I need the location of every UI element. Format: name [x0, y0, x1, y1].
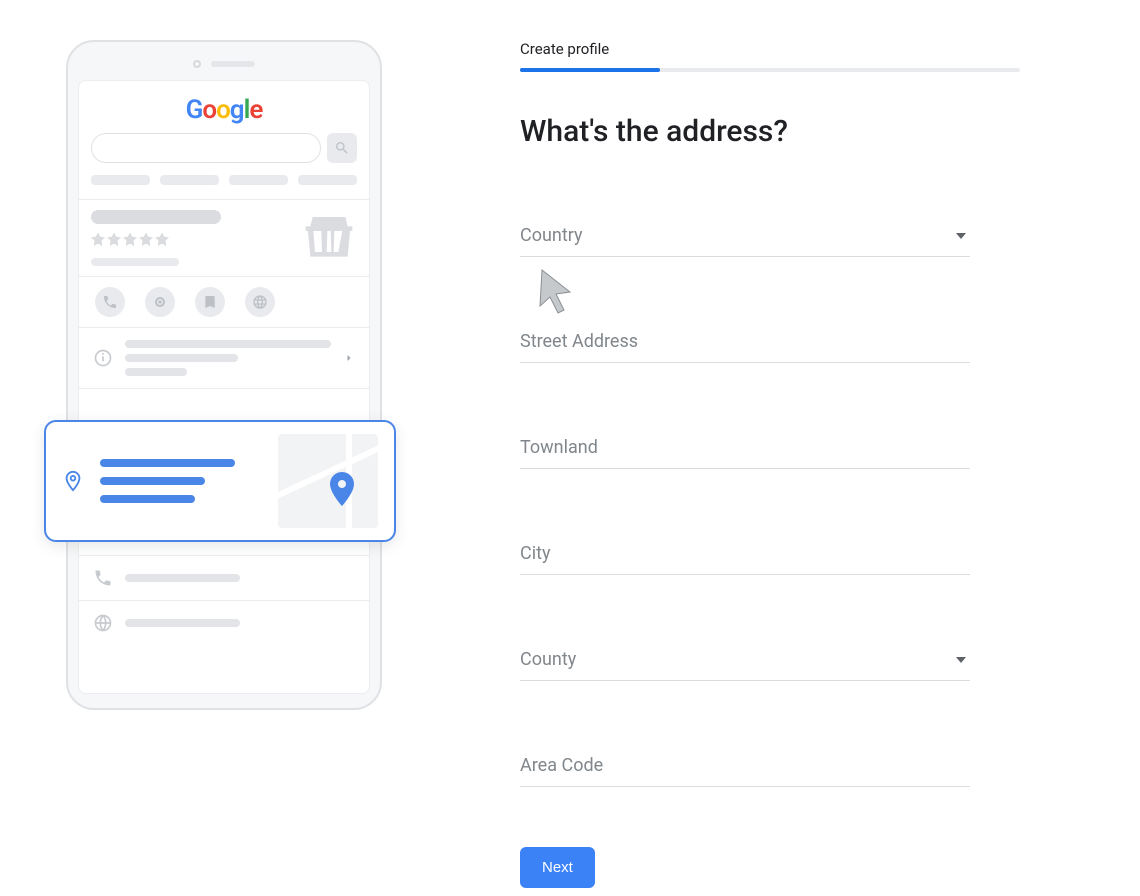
call-icon	[95, 287, 125, 317]
chevron-down-icon	[956, 231, 966, 241]
cursor-icon	[538, 268, 578, 316]
location-pin-outline-icon	[62, 470, 84, 492]
progress-bar	[520, 68, 1020, 72]
townland-input[interactable]: Townland	[520, 435, 970, 469]
chevron-down-icon	[956, 655, 966, 665]
mini-map	[278, 434, 378, 528]
city-input[interactable]: City	[520, 541, 970, 575]
save-icon	[195, 287, 225, 317]
county-select[interactable]: County	[520, 647, 970, 681]
address-highlight-card	[44, 420, 396, 542]
website-list-item	[79, 600, 369, 645]
street-input[interactable]: Street Address	[520, 329, 970, 363]
phone-list-item	[79, 555, 369, 600]
country-select[interactable]: Country	[520, 223, 970, 257]
progress-fill	[520, 68, 660, 72]
directions-icon	[145, 287, 175, 317]
google-logo: Google	[79, 81, 369, 133]
chevron-right-icon	[343, 352, 355, 364]
map-pin-icon	[330, 472, 354, 506]
globe-icon	[93, 613, 113, 633]
next-button[interactable]: Next	[520, 847, 595, 888]
storefront-icon	[301, 210, 357, 266]
action-buttons	[79, 277, 369, 327]
phone-icon	[93, 568, 113, 588]
search-box-placeholder	[91, 133, 321, 163]
filter-pills	[79, 175, 369, 199]
info-icon	[93, 348, 113, 368]
phone-illustration: Google	[0, 0, 460, 760]
star-rating	[91, 232, 221, 246]
areacode-input[interactable]: Area Code	[520, 753, 970, 787]
phone-screen: Google	[78, 80, 370, 694]
website-icon	[245, 287, 275, 317]
form-title: What's the address?	[520, 114, 1020, 149]
phone-frame: Google	[66, 40, 382, 710]
phone-notch	[78, 54, 370, 74]
search-icon	[327, 133, 357, 163]
business-result	[79, 200, 369, 276]
info-list-item	[79, 327, 369, 388]
step-label: Create profile	[520, 40, 1020, 58]
address-form: Create profile What's the address? Count…	[460, 0, 1140, 896]
